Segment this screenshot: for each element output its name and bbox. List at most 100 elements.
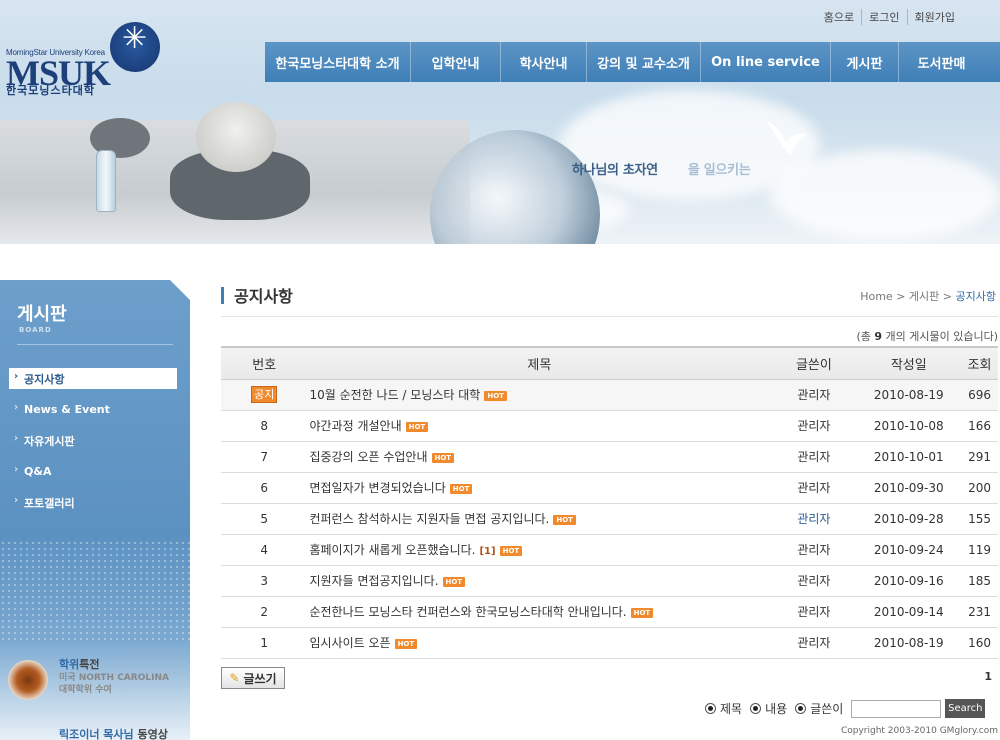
sidebar-subtitle: BOARD [19,326,52,334]
write-button[interactable]: ✎ 글쓰기 [221,667,285,689]
count-suffix: 개의 게시물이 있습니다) [882,330,999,343]
row-number: 5 [221,503,308,535]
degree-banner[interactable]: 학위특전 미국 NORTH CAROLINA 대학학위 수여 [8,656,188,706]
post-title-link[interactable]: 면접일자가 변경되었습니다 [309,481,445,495]
login-link[interactable]: 로그인 [861,9,906,25]
search-bar: 제목 내용 글쓴이 Search [705,699,986,718]
site-logo[interactable]: ✳ MorningStar University Korea MSUK 한국모닝… [6,22,176,100]
row-number: 4 [221,534,308,566]
search-option-label: 글쓴이 [810,702,844,716]
hot-badge: HOT [553,514,576,525]
page-title-text: 공지사항 [234,287,293,306]
nav-online-service[interactable]: On line service [700,42,830,82]
hot-badge: HOT [442,576,466,587]
writer-link[interactable]: 관리자 [797,605,830,619]
breadcrumb-home[interactable]: Home [860,290,892,303]
home-link[interactable]: 홈으로 [817,9,861,25]
sidebar-item-news-event[interactable]: News & Event [9,399,177,420]
video-banner[interactable]: 릭조이너 목사님 동영상 [8,726,188,740]
hot-badge: HOT [405,421,429,432]
header-date: 작성일 [856,346,962,380]
row-date: 2010-09-16 [856,565,962,597]
nav-bookstore[interactable]: 도서판매 [898,42,984,82]
post-title-link[interactable]: 순전한나드 모닝스타 컨퍼런스와 한국모닝스타대학 안내입니다. [309,605,626,619]
breadcrumb-section[interactable]: 게시판 [909,290,939,303]
post-title-link[interactable]: 야간과정 개설안내 [309,419,401,433]
row-subject-cell: 순전한나드 모닝스타 컨퍼런스와 한국모닝스타대학 안내입니다. HOT [307,596,772,628]
nav-about[interactable]: 한국모닝스타대학 소개 [265,42,410,82]
signup-link[interactable]: 회원가입 [906,9,962,25]
sidebar-item-qna[interactable]: Q&A [9,461,177,482]
row-writer-cell: 관리자 [771,472,857,504]
row-number: 7 [221,441,308,473]
write-button-label: 글쓰기 [243,671,277,686]
search-option-subject[interactable]: 제목 [705,700,742,717]
table-row: 8 야간과정 개설안내 HOT 관리자 2010-10-08 166 [221,410,998,442]
nav-courses-faculty[interactable]: 강의 및 교수소개 [586,42,700,82]
nav-admission[interactable]: 입학안내 [410,42,500,82]
banner-subtitle: 미국 NORTH CAROLINA 대학학위 수여 [59,673,169,695]
row-writer-cell: 관리자 [771,534,857,566]
row-writer-cell: 관리자 [771,441,857,473]
row-date: 2010-10-01 [856,441,962,473]
search-option-content[interactable]: 내용 [750,700,787,717]
writer-link[interactable]: 관리자 [797,512,830,526]
row-number: 8 [221,410,308,442]
table-header-row: 번호 제목 글쓴이 작성일 조회 [221,346,998,380]
header-no: 번호 [221,346,308,380]
post-title-link[interactable]: 임시사이트 오픈 [309,636,390,650]
writer-link[interactable]: 관리자 [797,419,830,433]
sidebar-corner [170,280,190,300]
radio-icon [705,703,716,714]
row-subject-cell: 임시사이트 오픈 HOT [307,627,772,659]
post-title-link[interactable]: 홈페이지가 새롭게 오픈했습니다. [309,543,475,557]
hot-badge: HOT [630,607,654,618]
breadcrumb-current: 공지사항 [955,290,996,303]
breadcrumb-separator: > [939,290,956,303]
row-date: 2010-08-19 [856,379,962,411]
table-row: 3 지원자들 면접공지입니다. HOT 관리자 2010-09-16 185 [221,565,998,597]
row-date: 2010-10-08 [856,410,962,442]
row-date: 2010-09-28 [856,503,962,535]
search-button[interactable]: Search [945,699,986,718]
pencil-icon: ✎ [229,671,240,685]
row-number: 2 [221,596,308,628]
sidebar-item-free-board[interactable]: 자유게시판 [9,430,177,451]
notice-badge: 공지 [251,386,278,403]
sidebar-item-notice[interactable]: 공지사항 [9,368,177,389]
row-hits: 185 [961,565,998,597]
banner-title: 학위특전 [59,658,100,671]
sidebar: 게시판 BOARD 공지사항 News & Event 자유게시판 Q&A 포토… [0,280,190,740]
search-input[interactable] [851,699,942,718]
post-title-link[interactable]: 10월 순전한 나드 / 모닝스타 대학 [309,388,480,402]
writer-link[interactable]: 관리자 [797,481,830,495]
writer-link[interactable]: 관리자 [797,574,830,588]
sidebar-item-photo-gallery[interactable]: 포토갤러리 [9,492,177,513]
row-writer-cell: 관리자 [771,503,857,535]
writer-link[interactable]: 관리자 [797,543,830,557]
row-writer-cell: 관리자 [771,565,857,597]
hot-badge: HOT [484,390,507,401]
copyright: Copyright 2003-2010 GMglory.com [840,726,998,736]
page-current[interactable]: 1 [984,670,992,683]
post-title-link[interactable]: 지원자들 면접공지입니다. [309,574,438,588]
pagination: 1 [984,670,992,683]
sidebar-menu: 공지사항 News & Event 자유게시판 Q&A 포토갤러리 [9,368,177,523]
writer-link[interactable]: 관리자 [797,450,830,464]
notice-board-table: 번호 제목 글쓴이 작성일 조회 공지 10월 순전한 나드 / 모닝스타 대학 H… [221,346,998,659]
header-hits: 조회 [961,346,998,380]
search-option-writer[interactable]: 글쓴이 [795,700,843,717]
nav-board[interactable]: 게시판 [830,42,898,82]
table-row: 5 컨퍼런스 참석하시는 지원자들 면접 공지입니다. HOT 관리자 2010-09-… [221,503,998,535]
row-hits: 291 [961,441,998,473]
nav-academics[interactable]: 학사안내 [500,42,586,82]
post-title-link[interactable]: 컨퍼런스 참석하시는 지원자들 면접 공지입니다. [309,512,549,526]
row-subject-cell: 야간과정 개설안내 HOT [307,410,772,442]
count-prefix: (총 [856,330,875,343]
star-icon: ✳ [122,21,148,56]
post-title-link[interactable]: 집중강의 오픈 수업안내 [309,450,427,464]
writer-link[interactable]: 관리자 [797,388,830,402]
comment-count: [1] [479,546,496,557]
row-writer-cell: 관리자 [771,379,857,411]
writer-link[interactable]: 관리자 [797,636,830,650]
